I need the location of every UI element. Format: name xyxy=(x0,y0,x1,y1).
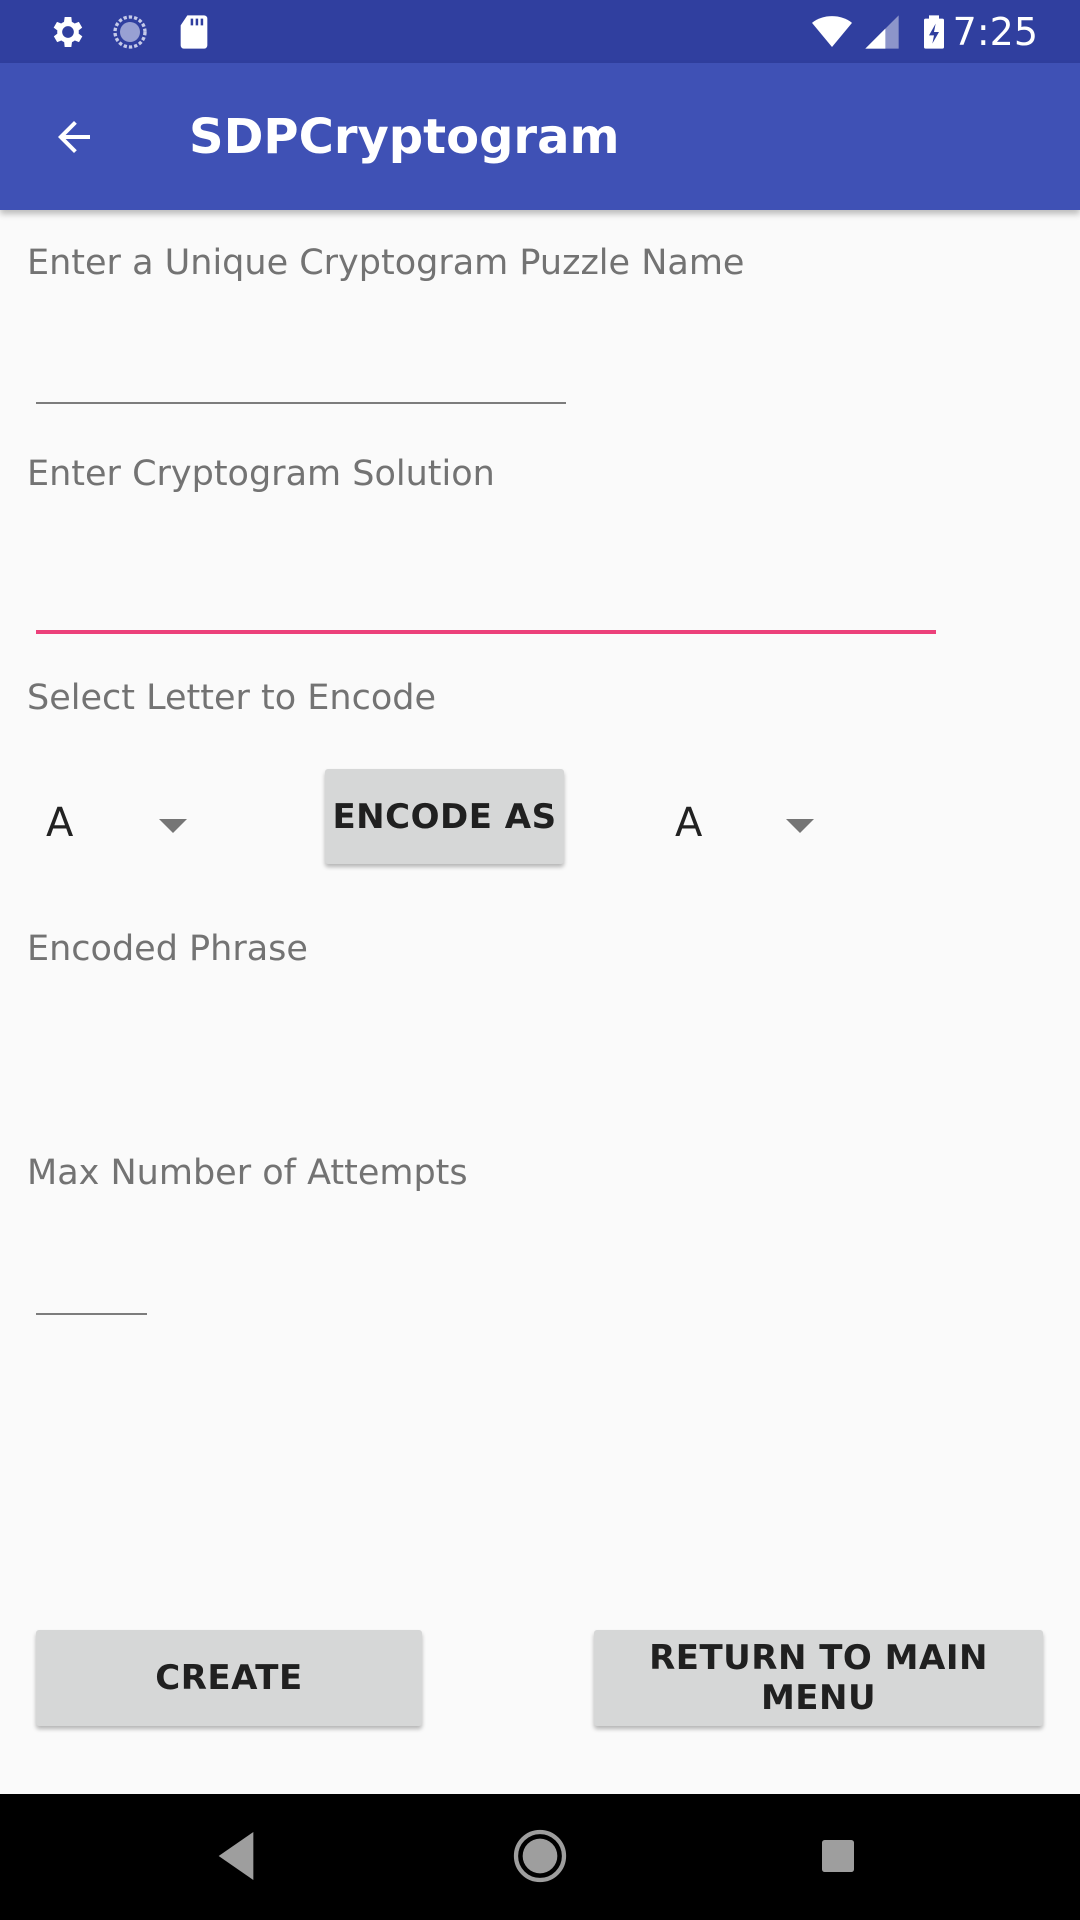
sync-icon xyxy=(113,15,147,49)
status-bar: 7:25 xyxy=(0,0,1080,63)
dropdown-arrow-icon xyxy=(159,819,187,833)
sd-card-icon xyxy=(180,15,208,49)
puzzle-name-label: Enter a Unique Cryptogram Puzzle Name xyxy=(27,243,745,283)
solution-label: Enter Cryptogram Solution xyxy=(27,454,495,494)
encoded-phrase-label: Encoded Phrase xyxy=(27,929,308,969)
max-attempts-input[interactable] xyxy=(36,1263,147,1315)
page-title: SDPCryptogram xyxy=(189,109,620,165)
target-letter-value: A xyxy=(675,800,703,846)
puzzle-name-input[interactable] xyxy=(36,352,566,404)
app-bar: SDPCryptogram xyxy=(0,63,1080,210)
settings-icon xyxy=(53,17,83,47)
source-letter-spinner[interactable]: A xyxy=(46,778,196,868)
navigation-bar xyxy=(0,1794,1080,1920)
return-to-main-menu-button[interactable]: RETURN TO MAIN MENU xyxy=(594,1630,1043,1726)
source-letter-value: A xyxy=(46,800,74,846)
solution-input[interactable] xyxy=(36,580,936,634)
arrow-back-icon[interactable] xyxy=(50,113,98,161)
select-letter-label: Select Letter to Encode xyxy=(27,678,436,718)
status-time: 7:25 xyxy=(952,10,1038,54)
dropdown-arrow-icon xyxy=(786,819,814,833)
create-button[interactable]: CREATE xyxy=(36,1630,422,1726)
home-circle-icon[interactable] xyxy=(508,1824,572,1888)
encode-as-button[interactable]: ENCODE AS xyxy=(325,769,564,864)
wifi-icon xyxy=(812,16,852,47)
signal-icon xyxy=(865,15,899,49)
target-letter-spinner[interactable]: A xyxy=(675,778,825,868)
battery-charging-icon xyxy=(924,15,944,49)
back-triangle-icon[interactable] xyxy=(208,1824,272,1888)
recents-square-icon[interactable] xyxy=(806,1824,870,1888)
max-attempts-label: Max Number of Attempts xyxy=(27,1153,468,1193)
